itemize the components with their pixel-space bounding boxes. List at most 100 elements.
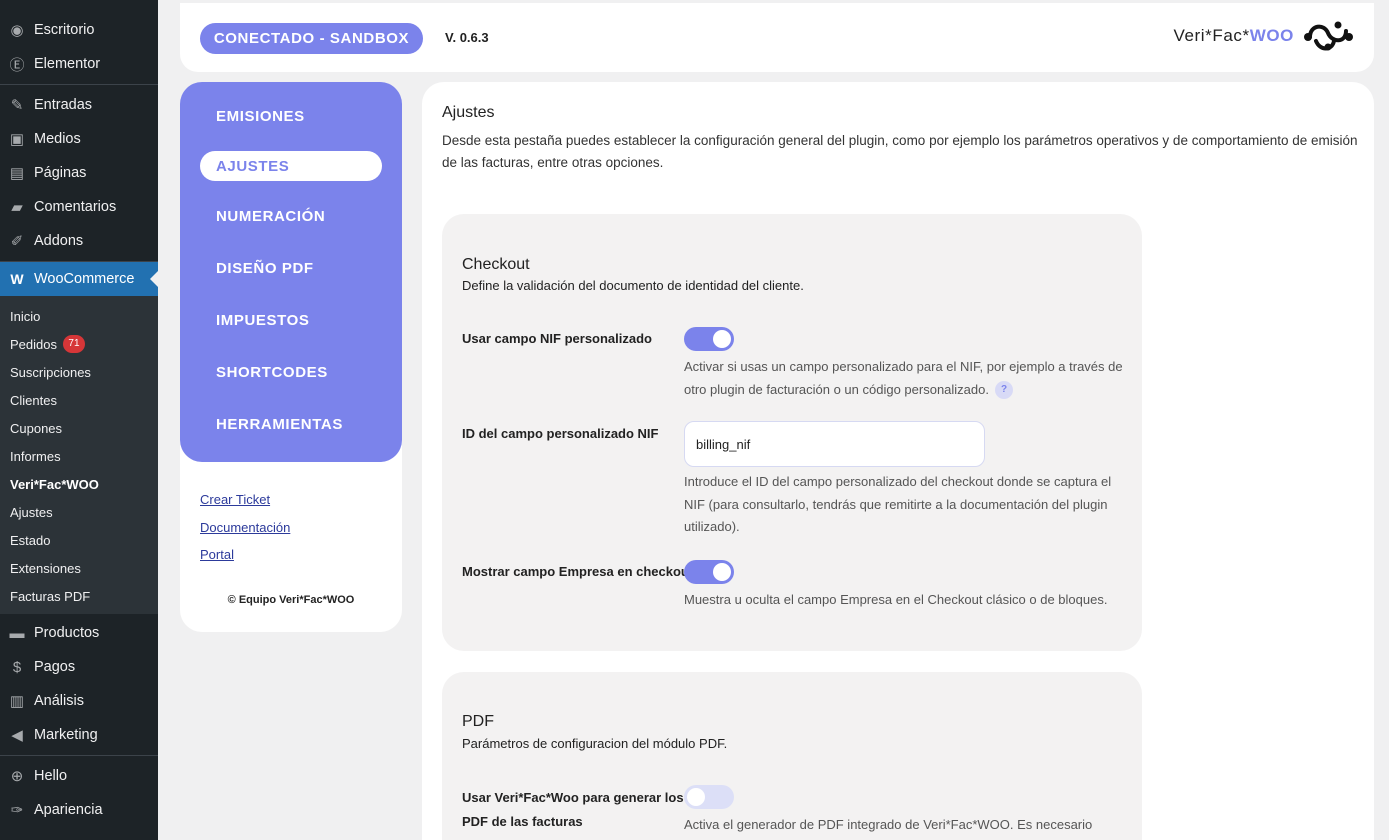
sidebar-item-label: WooCommerce xyxy=(34,271,135,287)
connection-status-badge: CONECTADO - SANDBOX xyxy=(200,23,423,54)
tab-impuestos[interactable]: IMPUESTOS xyxy=(180,294,402,346)
tab-shortcodes[interactable]: SHORTCODES xyxy=(180,346,402,398)
sidebar-item-label: Medios xyxy=(34,131,81,147)
tab-emisiones[interactable]: EMISIONES xyxy=(180,90,402,142)
submenu-item-label: Suscripciones xyxy=(10,364,91,380)
submenu-item[interactable]: Facturas PDF xyxy=(0,582,158,610)
empresa-help: Muestra u oculta el campo Empresa en el … xyxy=(684,592,1108,607)
sidebar-item-comentarios[interactable]: ▰ Comentarios xyxy=(0,190,158,224)
sidebar-item-pagos[interactable]: $ Pagos xyxy=(0,650,158,684)
sidebar-item-paginas[interactable]: ▤ Páginas xyxy=(0,156,158,190)
sidebar-item-marketing[interactable]: ◀ Marketing xyxy=(0,718,158,752)
toggle-knob xyxy=(713,330,731,348)
brush-icon: ✑ xyxy=(10,802,24,819)
sidebar-item-label: Entradas xyxy=(34,97,93,113)
sidebar-item-label: Hello xyxy=(34,768,68,784)
pdf-section: PDF Parámetros de configuracion del módu… xyxy=(442,672,1142,840)
marketing-icon: ◀ xyxy=(11,727,23,744)
checkout-section: Checkout Define la validación del docume… xyxy=(442,214,1142,651)
brand-wordmark: Veri*Fac*WOO xyxy=(1173,26,1294,45)
submenu-item[interactable]: Inicio xyxy=(0,302,158,330)
page-title: Ajustes xyxy=(442,104,495,121)
sidebar-item-medios[interactable]: ▣ Medios xyxy=(0,122,158,156)
plugin-links: Crear Ticket Documentación Portal xyxy=(180,462,402,575)
sidebar-item-label: Addons xyxy=(34,233,84,249)
toggle-knob xyxy=(687,788,705,806)
sidebar-item-productos[interactable]: ▬ Productos xyxy=(0,616,158,650)
submenu-item-label: Veri*Fac*WOO xyxy=(10,476,99,492)
page-description: Desde esta pestaña puedes establecer la … xyxy=(442,133,1358,170)
help-icon[interactable]: ? xyxy=(995,381,1013,400)
section-title: PDF xyxy=(462,713,494,730)
woocommerce-submenu: Inicio Pedidos 71 Suscripciones Clientes Cupo… xyxy=(0,296,158,614)
submenu-item[interactable]: Suscripciones xyxy=(0,358,158,386)
sidebar-item-label: Apariencia xyxy=(34,802,103,818)
submenu-item-label: Inicio xyxy=(10,308,41,324)
toggle-knob xyxy=(713,563,731,581)
submenu-item-label: Cupones xyxy=(10,420,63,436)
sidebar-item-elementor[interactable]: Ⓔ Elementor xyxy=(0,47,158,81)
submenu-item[interactable]: Informes xyxy=(0,442,158,470)
payments-icon: $ xyxy=(12,658,22,676)
nif-custom-label: Usar campo NIF personalizado xyxy=(462,331,652,346)
sidebar-item-label: Escritorio xyxy=(34,22,95,38)
documentation-link[interactable]: Documentación xyxy=(200,520,402,548)
submenu-item-label: Estado xyxy=(10,532,51,548)
submenu-item-label: Extensiones xyxy=(10,560,81,576)
empresa-toggle[interactable] xyxy=(684,560,734,584)
tab-herramientas[interactable]: HERRAMIENTAS xyxy=(180,398,402,450)
plus-circle-icon: ⊕ xyxy=(10,768,24,785)
sidebar-item-apariencia[interactable]: ✑ Apariencia xyxy=(0,793,158,827)
submenu-item[interactable]: Veri*Fac*WOO xyxy=(0,470,158,498)
use-pdf-label: Usar Veri*Fac*Woo para generar los PDF d… xyxy=(462,790,684,829)
nif-field-input[interactable] xyxy=(684,421,985,467)
menu-separator xyxy=(0,84,158,85)
nif-custom-toggle[interactable] xyxy=(684,327,734,351)
sidebar-item-label: Pagos xyxy=(34,659,76,675)
pin-icon: ✎ xyxy=(10,97,24,114)
tab-ajustes[interactable]: AJUSTES xyxy=(200,151,382,181)
submenu-item-label: Informes xyxy=(10,448,61,464)
copyright-text: © Equipo Veri*Fac*WOO xyxy=(227,594,355,606)
sidebar-item-entradas[interactable]: ✎ Entradas xyxy=(0,88,158,122)
tab-diseno-pdf[interactable]: DISEÑO PDF xyxy=(180,242,402,294)
tab-numeracion[interactable]: NUMERACIÓN xyxy=(180,190,402,242)
sidebar-item-hello[interactable]: ⊕ Hello xyxy=(0,759,158,793)
analytics-icon: ▥ xyxy=(9,693,25,710)
addons-icon: ✐ xyxy=(10,233,24,250)
submenu-item[interactable]: Estado xyxy=(0,526,158,554)
empresa-label: Mostrar campo Empresa en checkout xyxy=(462,564,694,579)
brand-mark-icon xyxy=(1304,21,1353,51)
sidebar-item-analisis[interactable]: ▥ Análisis xyxy=(0,684,158,718)
portal-link[interactable]: Portal xyxy=(200,547,402,575)
comments-icon: ▰ xyxy=(11,199,23,216)
nif-field-label: ID del campo personalizado NIF xyxy=(462,426,659,441)
create-ticket-link[interactable]: Crear Ticket xyxy=(200,492,402,520)
sidebar-item-label: Comentarios xyxy=(34,199,117,215)
plugin-version: V. 0.6.3 xyxy=(445,30,489,45)
sidebar-item-label: Productos xyxy=(34,625,100,641)
sidebar-item-escritorio[interactable]: ◉ Escritorio xyxy=(0,13,158,47)
menu-separator xyxy=(0,755,158,756)
brand-logo: Veri*Fac*WOO xyxy=(1173,17,1354,55)
section-subtitle: Define la validación del documento de id… xyxy=(462,278,804,293)
dashboard-icon: ◉ xyxy=(10,22,24,39)
submenu-item[interactable]: Extensiones xyxy=(0,554,158,582)
submenu-item[interactable]: Cupones xyxy=(0,414,158,442)
sidebar-item-addons[interactable]: ✐ Addons xyxy=(0,224,158,258)
sidebar-item-label: Páginas xyxy=(34,165,87,181)
sidebar-item-woocommerce[interactable]: W WooCommerce xyxy=(0,262,158,296)
submenu-item[interactable]: Pedidos 71 xyxy=(0,330,158,358)
plugin-panel: EMISIONES AJUSTES NUMERACIÓN DISEÑO PDF IMPU… xyxy=(180,82,402,632)
nif-field-help: Introduce el ID del campo personalizado … xyxy=(684,474,1112,534)
use-pdf-toggle[interactable] xyxy=(684,785,734,809)
products-icon: ▬ xyxy=(9,624,25,642)
submenu-item[interactable]: Clientes xyxy=(0,386,158,414)
use-pdf-help: Activa el generador de PDF integrado de … xyxy=(684,817,1093,832)
sidebar-item-label: Análisis xyxy=(34,693,84,709)
plugin-nav: EMISIONES AJUSTES NUMERACIÓN DISEÑO PDF IMPU… xyxy=(180,82,402,462)
settings-content: Ajustes Desde esta pestaña puedes establ… xyxy=(422,82,1374,840)
submenu-item-label: Clientes xyxy=(10,392,57,408)
submenu-item[interactable]: Ajustes xyxy=(0,498,158,526)
section-subtitle: Parámetros de configuracion del módulo P… xyxy=(462,736,728,751)
